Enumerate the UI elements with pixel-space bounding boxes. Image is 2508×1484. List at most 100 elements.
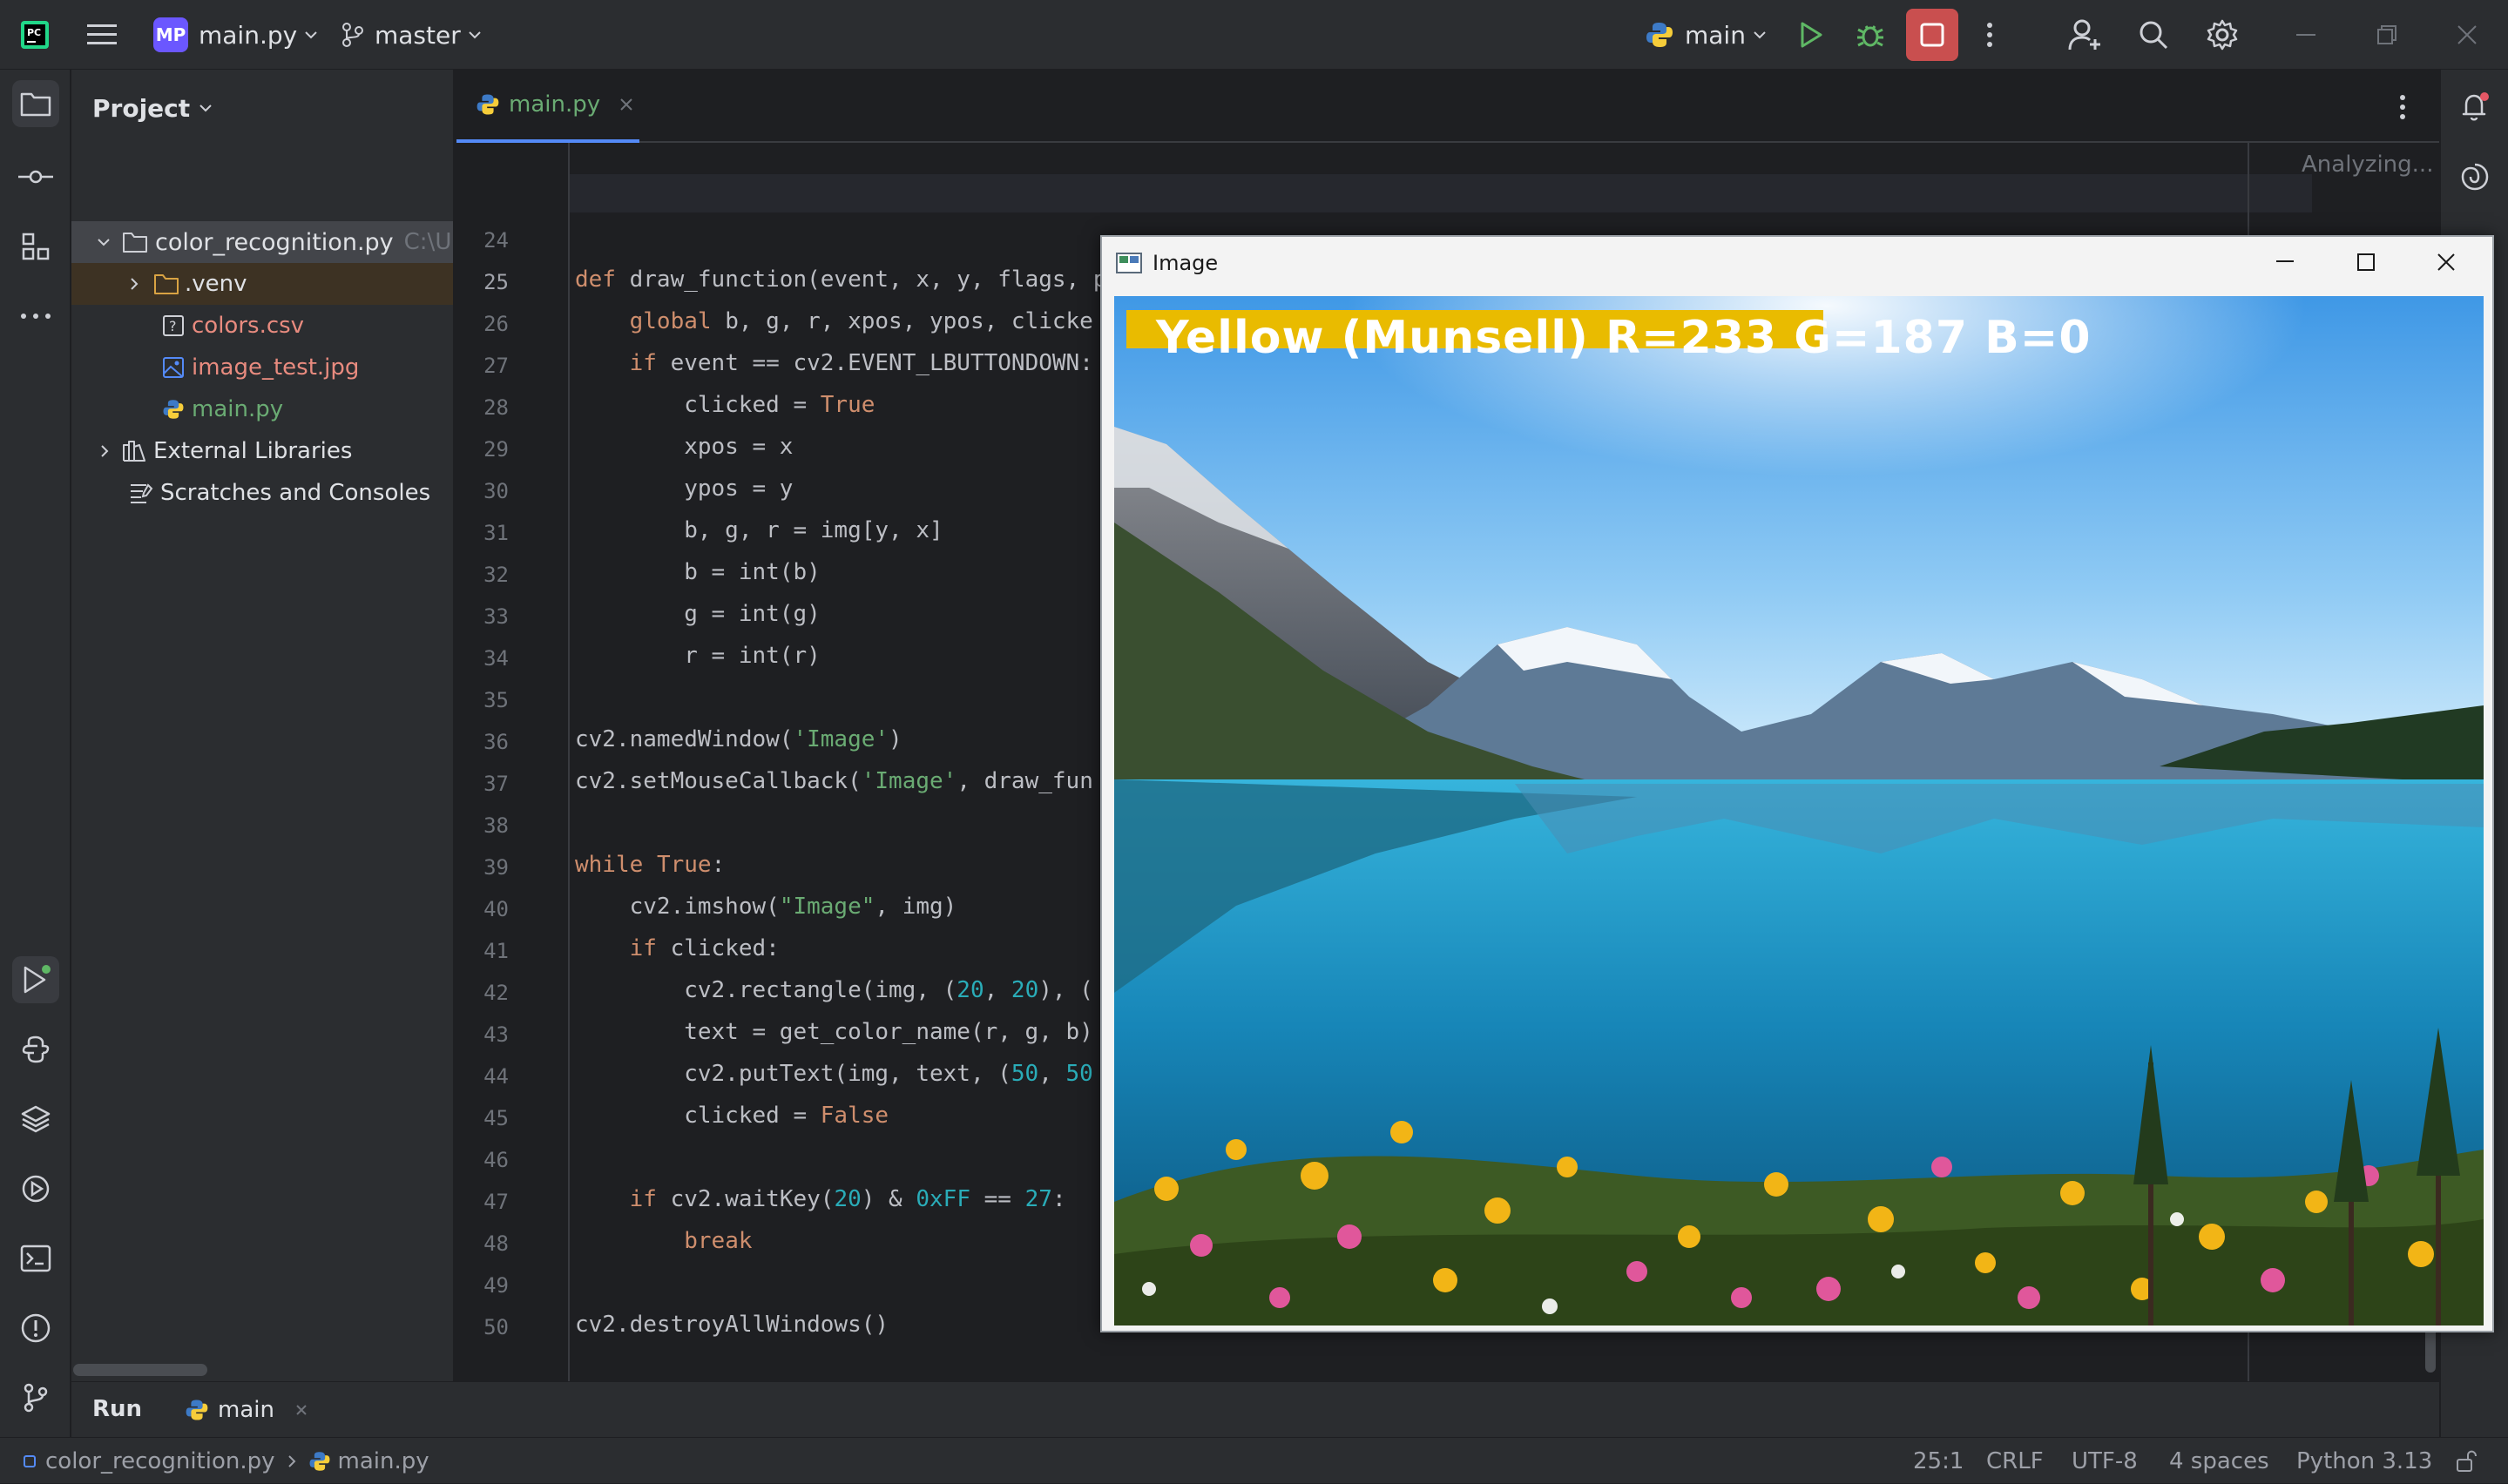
python-file-icon: [308, 1450, 331, 1473]
maximize-icon[interactable]: [2356, 253, 2376, 272]
python-packages-button[interactable]: [12, 1026, 59, 1073]
git-icon: [23, 1383, 49, 1413]
code-line[interactable]: cv2.imshow("Image", img): [575, 894, 957, 920]
minimize-window-icon[interactable]: [2296, 0, 2317, 70]
code-line[interactable]: break: [575, 1228, 752, 1254]
settings-gear-icon[interactable]: [2206, 0, 2239, 70]
code-line[interactable]: text = get_color_name(r, g, b): [575, 1019, 1093, 1045]
caret-position[interactable]: 25:1: [1913, 1438, 1964, 1484]
line-number: 50: [483, 1315, 509, 1339]
opencv-image-window: Image Yellow (Munsell) R=233 G=187 B=0: [1100, 235, 2494, 1332]
window-app-icon: [1116, 253, 1142, 273]
colors-csv-label: colors.csv: [192, 313, 305, 339]
landscape-image[interactable]: Yellow (Munsell) R=233 G=187 B=0: [1114, 296, 2484, 1325]
unknown-file-icon: ?: [162, 314, 185, 337]
problems-tool-button[interactable]: [12, 1305, 59, 1352]
breadcrumb[interactable]: color_recognition.py main.py: [23, 1438, 429, 1484]
code-line[interactable]: g = int(g): [575, 601, 821, 627]
notifications-button[interactable]: [2451, 84, 2498, 131]
line-number: 47: [483, 1190, 509, 1214]
ai-assistant-button[interactable]: [2451, 153, 2498, 200]
structure-tool-button[interactable]: [12, 223, 59, 270]
scratches-icon: [129, 482, 153, 504]
add-user-icon[interactable]: [2068, 0, 2103, 70]
run-tool-button[interactable]: [12, 956, 59, 1003]
tree-item-colors-csv[interactable]: ? colors.csv: [71, 305, 453, 347]
close-tab-icon[interactable]: [295, 1404, 308, 1416]
file-encoding[interactable]: UTF-8: [2072, 1438, 2138, 1484]
close-tab-icon[interactable]: [619, 98, 633, 111]
left-tool-strip: [0, 70, 71, 1437]
line-number: 46: [483, 1148, 509, 1172]
breadcrumb-project[interactable]: color_recognition.py: [45, 1448, 275, 1474]
line-number: 45: [483, 1106, 509, 1130]
image-window-titlebar[interactable]: Image: [1102, 237, 2492, 289]
run-tab-main[interactable]: main: [185, 1382, 308, 1438]
code-line[interactable]: if cv2.waitKey(20) & 0xFF == 27:: [575, 1186, 1066, 1212]
code-line[interactable]: cv2.namedWindow('Image'): [575, 726, 902, 752]
chevron-right-icon: [99, 443, 110, 459]
tree-item-root[interactable]: color_recognition.py C:\U: [71, 221, 453, 263]
indent-setting[interactable]: 4 spaces: [2169, 1438, 2269, 1484]
python-interpreter[interactable]: Python 3.13: [2296, 1438, 2432, 1484]
code-line[interactable]: cv2.setMouseCallback('Image', draw_fun: [575, 768, 1093, 794]
line-separator[interactable]: CRLF: [1986, 1438, 2044, 1484]
horizontal-scrollbar[interactable]: [73, 1364, 207, 1376]
tab-actions-icon[interactable]: [2399, 94, 2406, 120]
main-menu-icon[interactable]: [87, 0, 118, 70]
code-line[interactable]: clicked = False: [575, 1103, 889, 1129]
tab-main-py[interactable]: main.py: [456, 70, 639, 143]
minimize-icon[interactable]: [2276, 260, 2295, 263]
bug-icon: [1856, 20, 1885, 50]
commit-tool-button[interactable]: [12, 153, 59, 200]
breadcrumb-file[interactable]: main.py: [338, 1448, 429, 1474]
services-icon: [20, 1173, 51, 1204]
more-tools-icon[interactable]: [12, 293, 59, 340]
close-icon[interactable]: [2437, 253, 2456, 272]
project-panel-header[interactable]: Project: [92, 70, 213, 146]
project-tool-button[interactable]: [12, 80, 59, 127]
root-folder-name: color_recognition.py: [155, 228, 394, 256]
tree-item-main-py[interactable]: main.py: [71, 388, 453, 430]
color-overlay-text: Yellow (Munsell) R=233 G=187 B=0: [1156, 312, 2092, 364]
lock-icon[interactable]: [2455, 1438, 2478, 1484]
tree-item-venv[interactable]: .venv: [71, 263, 453, 305]
vcs-branch-widget[interactable]: master: [341, 0, 482, 70]
code-line[interactable]: cv2.putText(img, text, (50, 50: [575, 1061, 1093, 1087]
code-line[interactable]: ypos = y: [575, 476, 793, 502]
project-switcher[interactable]: MP main.py: [153, 0, 318, 70]
editor-tab-bar: main.py: [456, 70, 2439, 143]
search-icon[interactable]: [2138, 0, 2169, 70]
more-actions-icon[interactable]: [1986, 0, 1993, 70]
code-line[interactable]: def draw_function(event, x, y, flags, pa…: [575, 266, 1188, 293]
code-line[interactable]: while True:: [575, 852, 725, 878]
git-tool-button[interactable]: [12, 1374, 59, 1421]
tree-item-external-libraries[interactable]: External Libraries: [71, 430, 453, 472]
terminal-tool-button[interactable]: [12, 1235, 59, 1282]
code-line[interactable]: b = int(b): [575, 559, 821, 585]
services-tool-button[interactable]: [12, 1165, 59, 1212]
code-line[interactable]: b, g, r = img[y, x]: [575, 517, 943, 543]
code-line[interactable]: if clicked:: [575, 935, 780, 961]
run-config-selector[interactable]: main: [1645, 0, 1767, 70]
tree-item-scratches[interactable]: Scratches and Consoles: [71, 472, 453, 514]
stop-button[interactable]: [1906, 0, 1958, 70]
layers-tool-button[interactable]: [12, 1096, 59, 1143]
commit-icon: [18, 168, 53, 186]
run-button[interactable]: [1798, 0, 1824, 70]
chevron-down-icon: [1753, 30, 1767, 39]
code-line[interactable]: xpos = x: [575, 434, 793, 460]
code-line[interactable]: cv2.destroyAllWindows(): [575, 1312, 889, 1338]
scratches-label: Scratches and Consoles: [160, 480, 431, 506]
debug-button[interactable]: [1856, 0, 1885, 70]
code-line[interactable]: clicked = True: [575, 392, 875, 418]
code-line[interactable]: r = int(r): [575, 643, 821, 669]
line-number: 40: [483, 897, 509, 921]
code-line[interactable]: if event == cv2.EVENT_LBUTTONDOWN:: [575, 350, 1093, 376]
close-window-icon[interactable]: [2457, 0, 2478, 70]
restore-window-icon[interactable]: [2376, 0, 2397, 70]
tree-item-image-test[interactable]: image_test.jpg: [71, 347, 453, 388]
external-libraries-label: External Libraries: [153, 438, 353, 464]
code-line[interactable]: cv2.rectangle(img, (20, 20), (: [575, 977, 1093, 1003]
code-line[interactable]: global b, g, r, xpos, ypos, clicke: [575, 308, 1093, 334]
